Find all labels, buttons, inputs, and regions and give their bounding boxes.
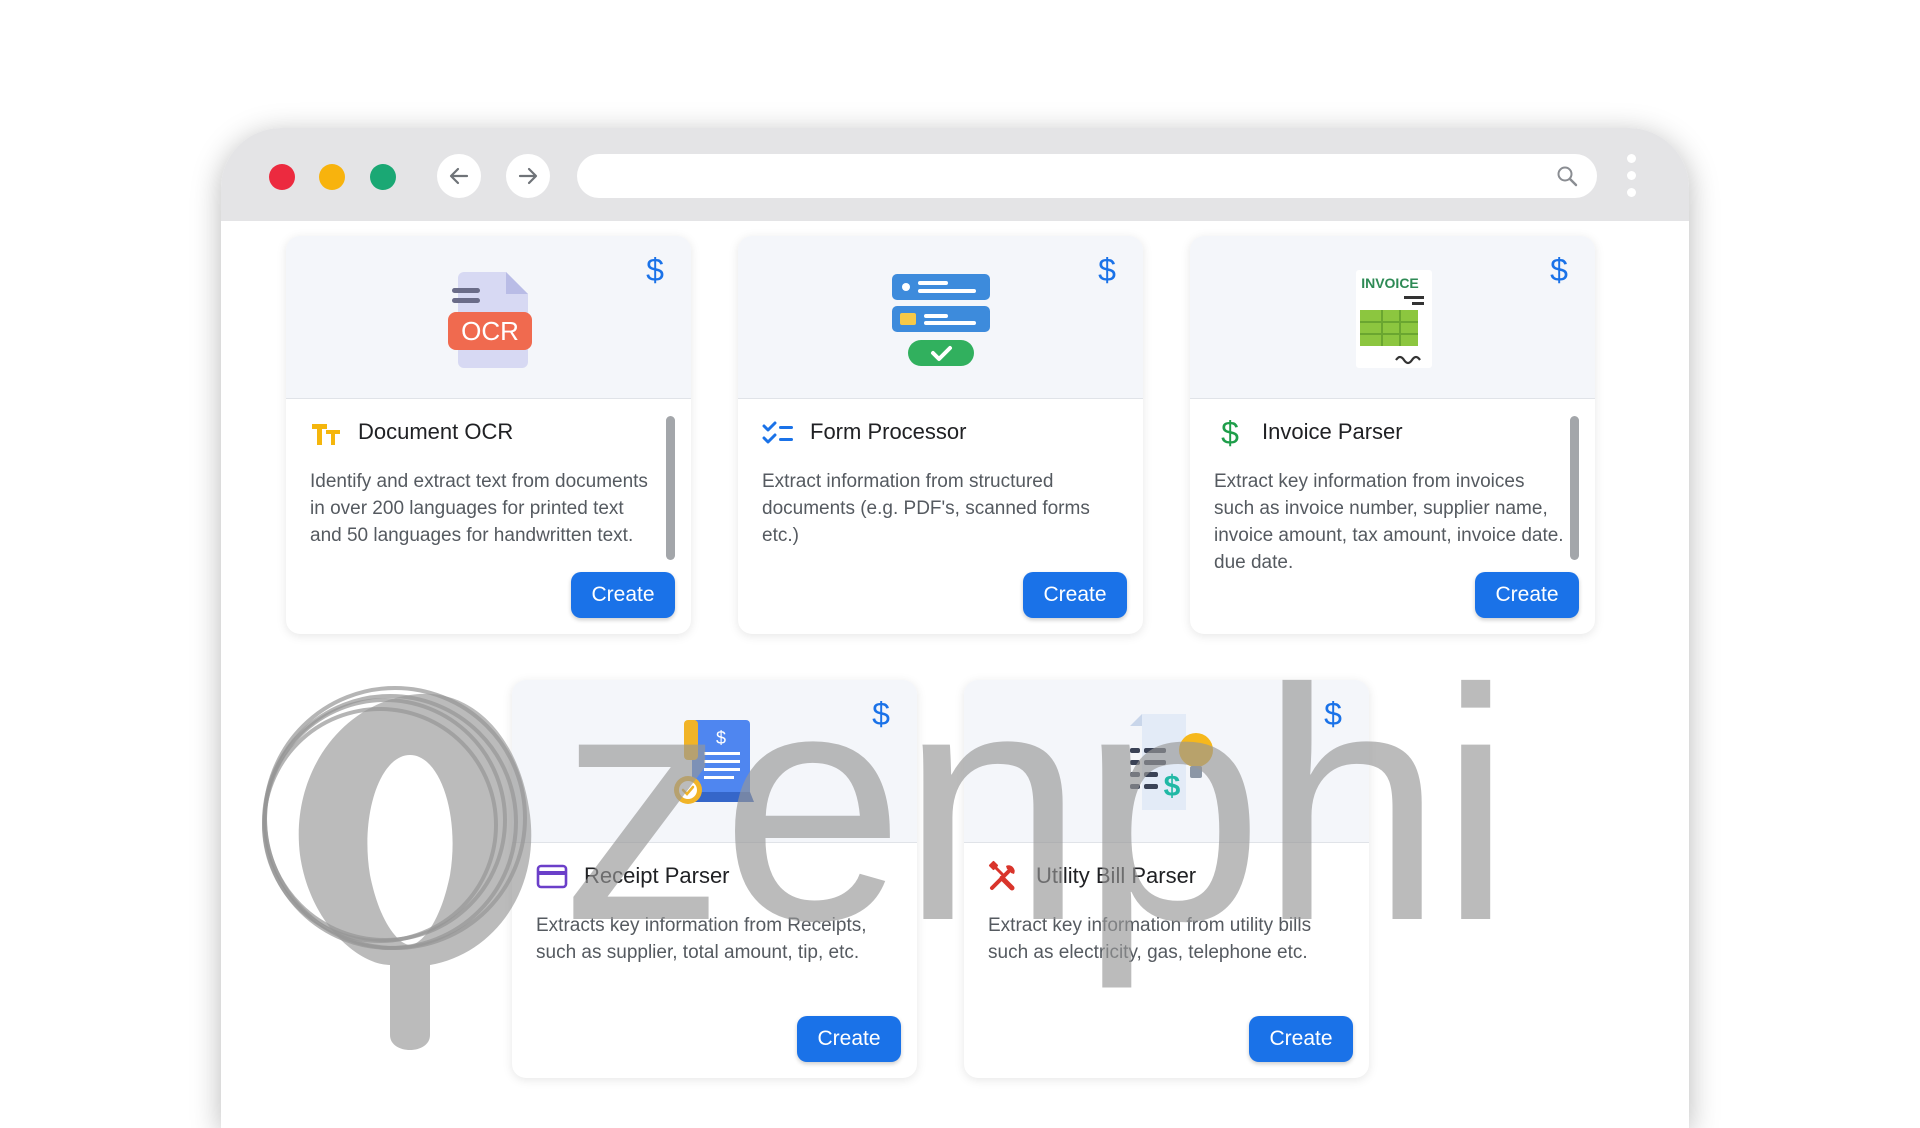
processor-card-form-processor: $ Form Processor Extract information fro… — [738, 236, 1143, 634]
processor-card-document-ocr: OCR $ Document OCR Identify and extract … — [286, 236, 691, 634]
card-title: Form Processor — [810, 419, 967, 444]
card-title: Receipt Parser — [584, 863, 730, 888]
card-description: Identify and extract text from documents… — [310, 471, 648, 546]
card-title: Invoice Parser — [1262, 419, 1403, 444]
create-button[interactable]: Create — [1475, 572, 1579, 618]
svg-text:$: $ — [1098, 252, 1116, 288]
dollar-icon: $ — [1324, 696, 1342, 732]
dollar-icon: $ — [872, 696, 890, 732]
processor-card-invoice-parser: INVOICE $ $ Invoice Parser Extract key i… — [1190, 236, 1595, 634]
create-button[interactable]: Create — [571, 572, 675, 618]
receipt-icon: $ — [673, 720, 754, 804]
checklist-icon — [762, 416, 794, 448]
processor-card-receipt-parser: $ $ Receipt Parser Extracts key informat… — [512, 680, 917, 1078]
dollar-icon: $ — [1098, 252, 1116, 288]
scrollbar[interactable] — [666, 416, 675, 560]
close-window-button[interactable] — [269, 164, 295, 190]
arrow-left-icon — [449, 167, 469, 185]
text-format-icon — [310, 416, 342, 448]
arrow-right-icon — [518, 167, 538, 185]
card-description: Extract key information from invoices su… — [1214, 471, 1564, 573]
ocr-label: OCR — [461, 316, 519, 346]
card-title: Utility Bill Parser — [1036, 863, 1197, 888]
maximize-window-button[interactable] — [370, 164, 396, 190]
create-button[interactable]: Create — [1023, 572, 1127, 618]
credit-card-icon — [536, 860, 568, 892]
scrollbar[interactable] — [1570, 416, 1579, 560]
more-options-icon[interactable] — [1627, 154, 1637, 202]
invoice-label: INVOICE — [1361, 275, 1419, 291]
utility-bill-icon: $ — [1129, 714, 1213, 810]
browser-toolbar — [221, 128, 1689, 221]
svg-text:$: $ — [646, 252, 664, 288]
card-description: Extract key information from utility bil… — [988, 915, 1312, 963]
svg-text:$: $ — [1221, 416, 1239, 448]
card-header: OCR $ — [286, 236, 691, 399]
processor-card-utility-bill-parser: $ $ Utility Bill Parser Extract key info… — [964, 680, 1369, 1078]
create-button[interactable]: Create — [1249, 1016, 1353, 1062]
tools-icon — [988, 860, 1020, 892]
svg-text:$: $ — [715, 728, 725, 748]
browser-window: OCR $ Document OCR Identify and extract … — [221, 128, 1689, 1128]
minimize-window-button[interactable] — [319, 164, 345, 190]
card-header: INVOICE $ — [1190, 236, 1595, 399]
address-bar[interactable] — [577, 154, 1597, 198]
card-header: $ $ — [512, 680, 917, 843]
invoice-icon: INVOICE — [1355, 270, 1432, 368]
ocr-document-icon: OCR — [447, 272, 532, 368]
dollar-icon: $ — [1550, 252, 1568, 288]
back-button[interactable] — [437, 154, 481, 198]
card-header: $ $ — [964, 680, 1369, 843]
create-button[interactable]: Create — [797, 1016, 901, 1062]
svg-text:$: $ — [872, 696, 890, 732]
svg-text:$: $ — [1550, 252, 1568, 288]
dollar-icon: $ — [1214, 416, 1246, 448]
card-header: $ — [738, 236, 1143, 399]
card-description: Extract information from structured docu… — [762, 471, 1090, 546]
svg-text:$: $ — [1163, 770, 1180, 803]
form-icon — [891, 274, 990, 366]
card-title: Document OCR — [358, 419, 514, 444]
page-content: OCR $ Document OCR Identify and extract … — [221, 221, 1689, 1128]
card-description: Extracts key information from Receipts, … — [536, 915, 867, 963]
svg-text:$: $ — [1324, 696, 1342, 732]
search-icon[interactable] — [1555, 164, 1579, 188]
forward-button[interactable] — [506, 154, 550, 198]
dollar-icon: $ — [646, 252, 664, 288]
